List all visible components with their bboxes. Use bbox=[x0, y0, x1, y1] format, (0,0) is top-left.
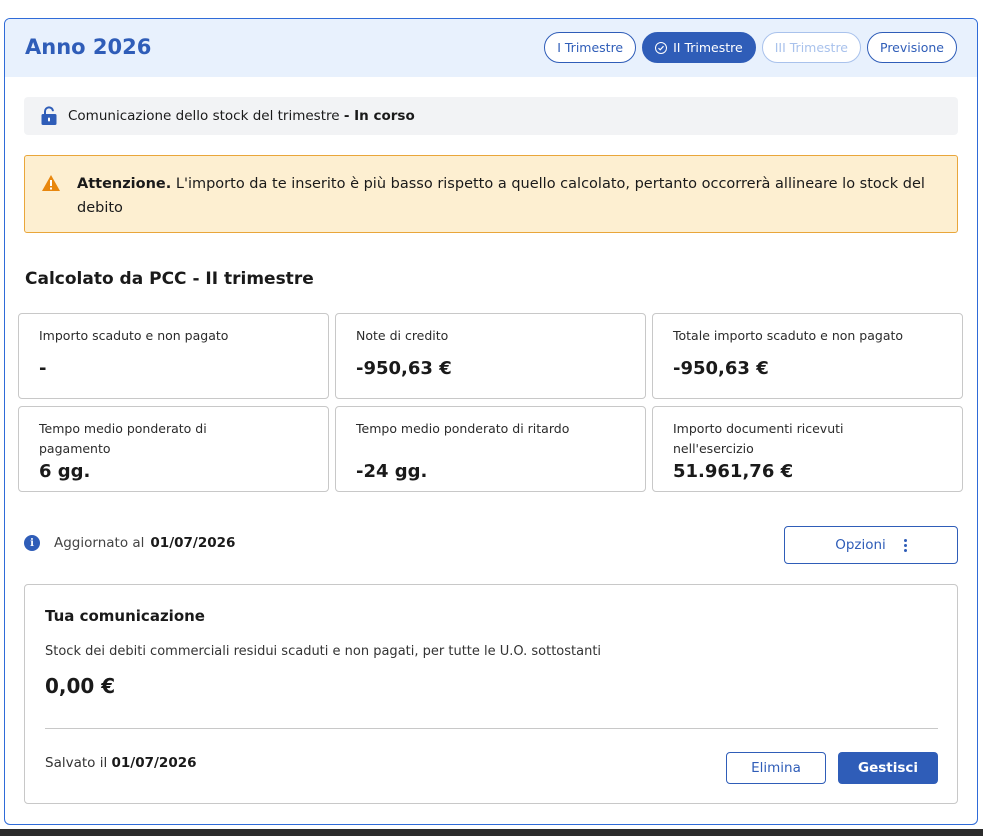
metric-label: Tempo medio ponderato di ritardo bbox=[356, 421, 570, 436]
tab-forecast[interactable]: Previsione bbox=[867, 32, 957, 63]
saved-date: 01/07/2026 bbox=[111, 755, 197, 771]
saved-label: Salvato il bbox=[45, 755, 108, 771]
metric-card-delay-time: Tempo medio ponderato di ritardo -24 gg. bbox=[335, 406, 646, 492]
communication-title: Tua comunicazione bbox=[45, 607, 205, 625]
tab-label: III Trimestre bbox=[774, 40, 848, 55]
metric-value: - bbox=[39, 358, 47, 379]
metric-card-total-overdue: Totale importo scaduto e non pagato -950… bbox=[652, 313, 963, 399]
info-icon: i bbox=[24, 535, 40, 551]
metric-card-documents-received: Importo documenti ricevuti nell'esercizi… bbox=[652, 406, 963, 492]
status-bar: Comunicazione dello stock del trimestre … bbox=[24, 97, 958, 135]
metric-value: -950,63 € bbox=[673, 358, 769, 379]
metric-value: -950,63 € bbox=[356, 358, 452, 379]
tab-third-quarter[interactable]: III Trimestre bbox=[761, 32, 861, 63]
communication-value: 0,00 € bbox=[45, 674, 116, 698]
delete-button[interactable]: Elimina bbox=[726, 752, 826, 784]
unlock-icon bbox=[41, 106, 57, 125]
tab-first-quarter[interactable]: I Trimestre bbox=[544, 32, 637, 63]
metric-value: 51.961,76 € bbox=[673, 461, 794, 482]
metric-label: Importo documenti ricevuti nell'esercizi… bbox=[673, 421, 844, 456]
tab-label: I Trimestre bbox=[557, 40, 624, 55]
check-circle-icon bbox=[655, 41, 668, 54]
warning-title: Attenzione. bbox=[77, 176, 172, 192]
updated-label: Aggiornato al bbox=[54, 535, 145, 551]
options-button[interactable]: Opzioni bbox=[784, 526, 958, 564]
communication-description: Stock dei debiti commerciali residui sca… bbox=[45, 644, 602, 659]
warning-icon bbox=[42, 175, 60, 191]
metric-label: Totale importo scaduto e non pagato bbox=[673, 328, 904, 343]
metric-card-overdue: Importo scaduto e non pagato - bbox=[18, 313, 329, 399]
year-title: Anno 2026 bbox=[25, 35, 152, 59]
tab-label: II Trimestre bbox=[673, 40, 743, 55]
status-text: Comunicazione dello stock del trimestre … bbox=[68, 108, 415, 124]
last-updated: i Aggiornato al 01/07/2026 bbox=[24, 535, 235, 551]
metric-label: Tempo medio ponderato di pagamento bbox=[39, 421, 207, 456]
tab-label: Previsione bbox=[880, 40, 944, 55]
tab-second-quarter[interactable]: II Trimestre bbox=[642, 32, 756, 63]
warning-message: L'importo da te inserito è più basso ris… bbox=[77, 176, 925, 216]
kebab-menu-icon bbox=[903, 538, 907, 552]
options-label: Opzioni bbox=[835, 537, 886, 553]
status-label: Comunicazione dello stock del trimestre bbox=[68, 108, 340, 124]
metric-value: 6 gg. bbox=[39, 461, 91, 482]
bottom-edge-bar bbox=[0, 829, 983, 836]
year-panel: Anno 2026 I Trimestre II Trimestre III T… bbox=[4, 18, 978, 825]
metric-label: Note di credito bbox=[356, 328, 449, 343]
status-state: - In corso bbox=[343, 108, 415, 124]
manage-button[interactable]: Gestisci bbox=[838, 752, 938, 784]
saved-info: Salvato il 01/07/2026 bbox=[45, 755, 197, 771]
section-title: Calcolato da PCC - II trimestre bbox=[25, 269, 314, 289]
metric-value: -24 gg. bbox=[356, 461, 428, 482]
metric-card-payment-time: Tempo medio ponderato di pagamento 6 gg. bbox=[18, 406, 329, 492]
communication-box: Tua comunicazione Stock dei debiti comme… bbox=[24, 584, 958, 804]
updated-date: 01/07/2026 bbox=[150, 535, 236, 551]
divider bbox=[45, 728, 938, 729]
warning-alert: Attenzione. L'importo da te inserito è p… bbox=[24, 155, 958, 233]
metric-card-credit-notes: Note di credito -950,63 € bbox=[335, 313, 646, 399]
metrics-grid: Importo scaduto e non pagato - Note di c… bbox=[18, 313, 964, 492]
metric-label: Importo scaduto e non pagato bbox=[39, 328, 229, 343]
quarter-tabs: I Trimestre II Trimestre III Trimestre P… bbox=[544, 32, 957, 63]
panel-header: Anno 2026 I Trimestre II Trimestre III T… bbox=[5, 19, 977, 77]
